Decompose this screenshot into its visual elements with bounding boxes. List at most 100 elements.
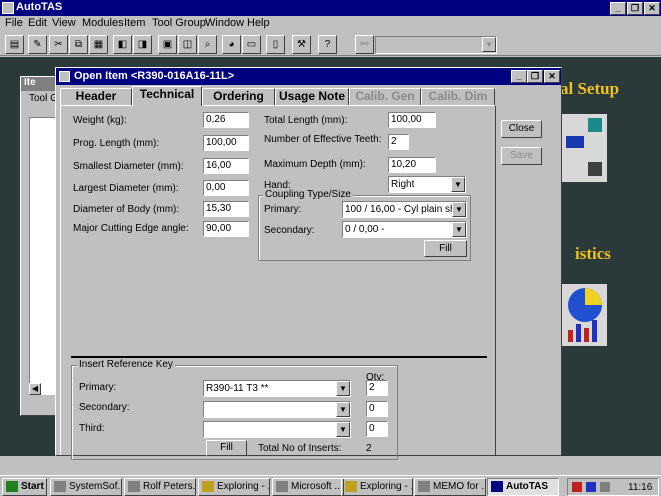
task-label: Microsoft ... (291, 481, 343, 492)
menu-help[interactable]: Help (247, 17, 270, 29)
tools-icon[interactable]: ⚒ (292, 35, 311, 54)
task-microsoft[interactable]: Microsoft ... (272, 478, 344, 496)
dialog-titlebar: Open Item <R390-016A16-11L> _ ❐ ✕ (56, 68, 561, 85)
tab-technical[interactable]: Technical (132, 86, 202, 106)
menu-tool-group[interactable]: Tool Group (152, 17, 206, 29)
task-autotas[interactable]: AutoTAS (487, 478, 559, 496)
dialog-close-button[interactable]: ✕ (544, 70, 560, 83)
toolbar-combo[interactable]: ▼ (375, 36, 497, 54)
weight-field[interactable]: 0,26 (203, 112, 249, 128)
tab-ordering[interactable]: Ordering (202, 88, 275, 105)
background-list-window[interactable]: Ite Tool G ◀ (20, 76, 60, 416)
menu-view[interactable]: View (52, 17, 76, 29)
print-icon[interactable]: ▤ (5, 35, 24, 54)
app-icon[interactable] (2, 2, 14, 14)
chart-icon[interactable]: ◕ (222, 35, 241, 54)
task-label: MEMO for ... (433, 481, 486, 492)
bg-statistics-text: istics (575, 244, 611, 263)
body-diameter-field[interactable]: 15,30 (203, 201, 249, 217)
document-icon[interactable]: ▯ (266, 35, 285, 54)
chevron-down-icon[interactable]: ▼ (452, 222, 466, 237)
insert-primary-select[interactable]: R390-11 T3 ** ▼ (203, 380, 351, 397)
tool-b-icon[interactable]: ◨ (133, 35, 152, 54)
tool-d-icon[interactable]: ◫ (178, 35, 197, 54)
tool-c-icon[interactable]: ▣ (158, 35, 177, 54)
tab-usage-note[interactable]: Usage Note (275, 88, 349, 105)
close-button[interactable]: Close (501, 120, 542, 138)
task-label: SystemSof... (69, 481, 122, 492)
bg-setup-text: al Setup (560, 79, 620, 98)
task-exploring-1[interactable]: Exploring - ... (198, 478, 270, 496)
task-label: AutoTAS (506, 481, 549, 492)
chevron-down-icon[interactable]: ▼ (336, 422, 350, 437)
start-button[interactable]: Start (2, 478, 47, 496)
dialog-restore-button[interactable]: ❐ (527, 70, 543, 83)
menu-edit[interactable]: Edit (28, 17, 47, 29)
chevron-down-icon[interactable]: ▼ (482, 37, 496, 52)
chevron-down-icon[interactable]: ▼ (452, 202, 466, 217)
help-icon[interactable]: ? (318, 35, 337, 54)
insert-third-select[interactable]: ▼ (203, 421, 351, 438)
largest-diameter-field[interactable]: 0,00 (203, 180, 249, 196)
tool-a-icon[interactable]: ◧ (113, 35, 132, 54)
total-length-field[interactable]: 100,00 (388, 112, 436, 128)
tray-network-icon[interactable] (586, 482, 596, 492)
close-app-button[interactable]: ✕ (644, 2, 660, 15)
insert-secondary-qty[interactable]: 0 (366, 401, 388, 417)
search-icon[interactable]: ⌕ (198, 35, 217, 54)
task-memo[interactable]: MEMO for ... (414, 478, 486, 496)
smallest-diameter-field[interactable]: 16,00 (203, 158, 249, 174)
hand-select[interactable]: Right ▼ (388, 176, 466, 193)
menu-file[interactable]: File (5, 17, 23, 29)
maximum-depth-label: Maximum Depth (mm): (264, 159, 366, 170)
prog-length-field[interactable]: 100,00 (203, 135, 249, 151)
insert-primary-value: R390-11 T3 ** (206, 383, 269, 394)
save-button[interactable]: Save (501, 147, 542, 165)
binoculars-icon[interactable]: ⚯ (355, 35, 374, 54)
total-inserts-value: 2 (366, 443, 372, 454)
task-systemsof[interactable]: SystemSof... (50, 478, 122, 496)
scroll-left-icon[interactable]: ◀ (29, 383, 41, 395)
task-rolf-peters[interactable]: Rolf Peters... (124, 478, 196, 496)
menu-bar: File Edit View Modules Item Tool Group W… (0, 16, 661, 34)
cutting-edge-angle-field[interactable]: 90,00 (203, 221, 249, 237)
dialog-icon[interactable] (59, 71, 70, 82)
tray-books-icon[interactable] (572, 482, 582, 492)
copy-icon[interactable]: ⧉ (69, 35, 88, 54)
tray-speaker-icon[interactable] (600, 482, 610, 492)
edit-icon[interactable]: ✎ (28, 35, 47, 54)
tab-calib-dim[interactable]: Calib. Dim (421, 88, 495, 105)
app-window-icon (128, 481, 140, 492)
app-window-icon (418, 481, 430, 492)
dialog-minimize-button[interactable]: _ (511, 70, 527, 83)
monitor-icon[interactable]: ▭ (242, 35, 261, 54)
coupling-secondary-select[interactable]: 0 / 0,00 - ▼ (342, 221, 467, 238)
insert-third-qty[interactable]: 0 (366, 421, 388, 437)
hand-select-value: Right (391, 179, 415, 190)
menu-item[interactable]: Item (124, 17, 145, 29)
chevron-down-icon[interactable]: ▼ (336, 381, 350, 396)
setup-illustration-icon (562, 114, 607, 182)
task-exploring-2[interactable]: Exploring - ... (341, 478, 413, 496)
paste-icon[interactable]: ▦ (89, 35, 108, 54)
restore-button[interactable]: ❐ (627, 2, 643, 15)
app-title: AutoTAS (16, 1, 63, 13)
menu-modules[interactable]: Modules (82, 17, 124, 29)
tab-calib-gen[interactable]: Calib. Gen (349, 88, 421, 105)
coupling-primary-label: Primary: (264, 204, 302, 215)
insert-primary-qty[interactable]: 2 (366, 380, 388, 396)
section-divider (71, 356, 487, 358)
coupling-primary-select[interactable]: 100 / 16,00 - Cyl plain shar ▼ (342, 201, 467, 218)
maximum-depth-field[interactable]: 10,20 (388, 157, 436, 173)
cut-icon[interactable]: ✂ (49, 35, 68, 54)
tab-header[interactable]: Header (60, 88, 132, 105)
insert-fill-button[interactable]: Fill (206, 440, 247, 456)
total-length-label: Total Length (mm): (264, 115, 348, 126)
chevron-down-icon[interactable]: ▼ (336, 402, 350, 417)
menu-window[interactable]: Window (205, 17, 244, 29)
effective-teeth-field[interactable]: 2 (388, 134, 409, 150)
coupling-fill-button[interactable]: Fill (424, 240, 467, 257)
chevron-down-icon[interactable]: ▼ (451, 177, 465, 192)
insert-secondary-select[interactable]: ▼ (203, 401, 351, 418)
minimize-button[interactable]: _ (610, 2, 626, 15)
